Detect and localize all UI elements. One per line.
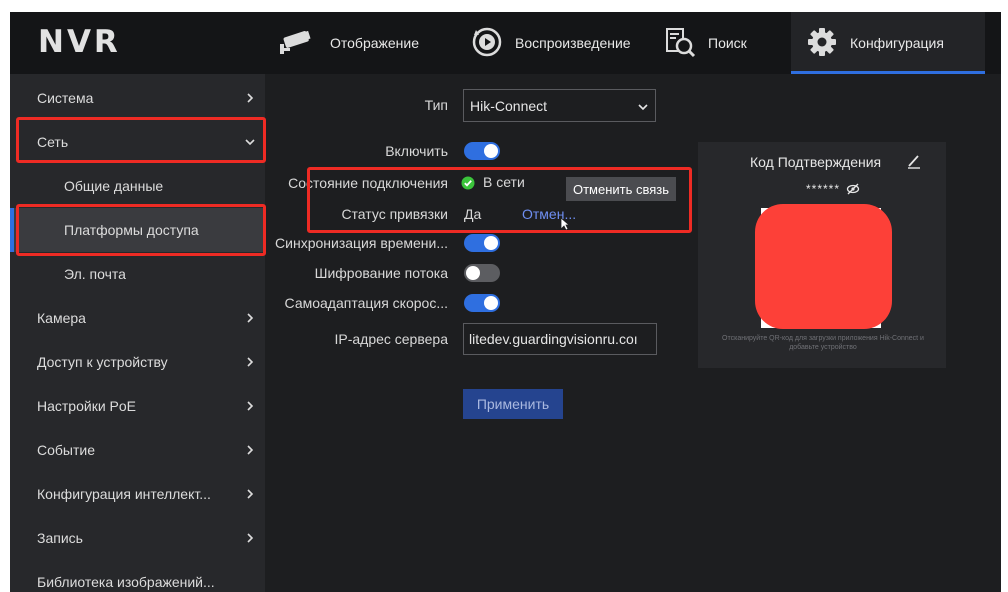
sidebar-item-camera[interactable]: Камера <box>10 296 265 340</box>
type-select-value: Hik-Connect <box>470 97 548 114</box>
qr-hint-text: Отсканируйте QR-код для загрузки приложе… <box>722 335 924 351</box>
chevron-right-icon <box>247 313 254 323</box>
chevron-right-icon <box>247 445 254 455</box>
sidebar-item-label: Сеть <box>37 134 69 150</box>
tab-configuration-label: Конфигурация <box>850 35 944 51</box>
chevron-right-icon <box>247 489 254 499</box>
time-sync-label: Синхронизация времени... <box>275 235 448 251</box>
tab-live-view-label: Отображение <box>330 35 420 51</box>
search-icon <box>664 26 708 61</box>
sidebar-item-poe[interactable]: Настройки PoE <box>10 384 265 428</box>
time-sync-toggle[interactable] <box>464 234 500 252</box>
sidebar-item-label: Запись <box>37 530 83 546</box>
sidebar-item-label: Платформы доступа <box>64 222 199 238</box>
top-bar: NVR Отображение Воспроизведение Поиск Ко… <box>10 12 1001 74</box>
sidebar-item-email[interactable]: Эл. почта <box>10 252 265 296</box>
apply-button[interactable]: Применить <box>463 389 563 419</box>
unbind-tooltip: Отменить связь <box>566 177 676 201</box>
type-label: Тип <box>424 97 448 113</box>
chevron-right-icon <box>247 401 254 411</box>
type-select[interactable]: Hik-Connect <box>463 89 656 122</box>
online-check-icon <box>461 176 475 195</box>
camera-icon <box>274 28 330 59</box>
chevron-down-icon <box>245 139 255 146</box>
sidebar-item-label: Событие <box>37 442 95 458</box>
sidebar-item-label: Библиотека изображений... <box>37 574 215 590</box>
sidebar-item-label: Конфигурация интеллект... <box>37 486 211 502</box>
toggle-knob <box>484 296 498 310</box>
playback-icon <box>471 26 515 61</box>
sidebar-item-record[interactable]: Запись <box>10 516 265 560</box>
gear-icon <box>806 26 850 61</box>
tab-search-label: Поиск <box>708 35 747 51</box>
enable-toggle[interactable] <box>464 142 500 160</box>
nvr-window: NVR Отображение Воспроизведение Поиск Ко… <box>10 12 1001 592</box>
chevron-right-icon <box>247 533 254 543</box>
chevron-right-icon <box>247 357 254 367</box>
sidebar-item-label: Доступ к устройству <box>37 354 168 370</box>
sidebar-item-smart-config[interactable]: Конфигурация интеллект... <box>10 472 265 516</box>
toggle-knob <box>466 266 480 280</box>
mouse-cursor-icon <box>560 217 571 236</box>
verification-code-value: ****** <box>806 182 841 196</box>
sidebar-item-label: Эл. почта <box>64 266 126 282</box>
adaptive-bitrate-label: Самоадаптация скорос... <box>284 295 448 311</box>
enable-label: Включить <box>385 143 448 159</box>
verification-code-title: Код Подтверждения <box>750 154 882 170</box>
tab-configuration[interactable]: Конфигурация <box>791 12 985 74</box>
sidebar-item-event[interactable]: Событие <box>10 428 265 472</box>
sidebar-item-device-access[interactable]: Доступ к устройству <box>10 340 265 384</box>
server-address-input[interactable]: litedev.guardingvisionru.coı <box>463 323 657 355</box>
sidebar-item-system[interactable]: Система <box>10 76 265 120</box>
toggle-knob <box>484 236 498 250</box>
bind-status-label: Статус привязки <box>341 206 448 222</box>
stream-encryption-label: Шифрование потока <box>314 265 448 281</box>
sidebar-item-label: Камера <box>37 310 86 326</box>
qr-redaction-overlay <box>755 204 892 329</box>
tab-playback[interactable]: Воспроизведение <box>471 12 651 74</box>
connection-status-label: Состояние подключения <box>288 175 448 191</box>
sidebar-item-general[interactable]: Общие данные <box>10 164 265 208</box>
nvr-logo: NVR <box>38 24 121 60</box>
connection-status-value: В сети <box>483 174 525 190</box>
tab-live-view[interactable]: Отображение <box>274 12 454 74</box>
sidebar-item-label: Настройки PoE <box>37 398 136 414</box>
sidebar-item-network[interactable]: Сеть <box>10 120 265 164</box>
adaptive-bitrate-toggle[interactable] <box>464 294 500 312</box>
verification-code-panel: Код Подтверждения ****** Отсканируйте QR… <box>698 142 946 368</box>
sidebar-item-label: Общие данные <box>64 178 164 194</box>
sidebar-item-image-library[interactable]: Библиотека изображений... <box>10 560 265 592</box>
sidebar-item-label: Система <box>37 90 94 106</box>
tab-search[interactable]: Поиск <box>664 12 784 74</box>
chevron-right-icon <box>247 93 254 103</box>
stream-encryption-toggle[interactable] <box>464 264 500 282</box>
server-address-label: IP-адрес сервера <box>334 331 448 347</box>
chevron-down-icon <box>638 104 648 111</box>
bind-status-value: Да <box>464 206 482 222</box>
tab-playback-label: Воспроизведение <box>515 35 631 51</box>
toggle-knob <box>484 144 498 158</box>
edit-pencil-icon[interactable] <box>906 153 922 174</box>
eye-hidden-icon[interactable] <box>846 182 860 200</box>
sidebar: Система Сеть Общие данные Платформы дост… <box>10 74 265 592</box>
sidebar-item-access-platforms[interactable]: Платформы доступа <box>10 208 265 252</box>
